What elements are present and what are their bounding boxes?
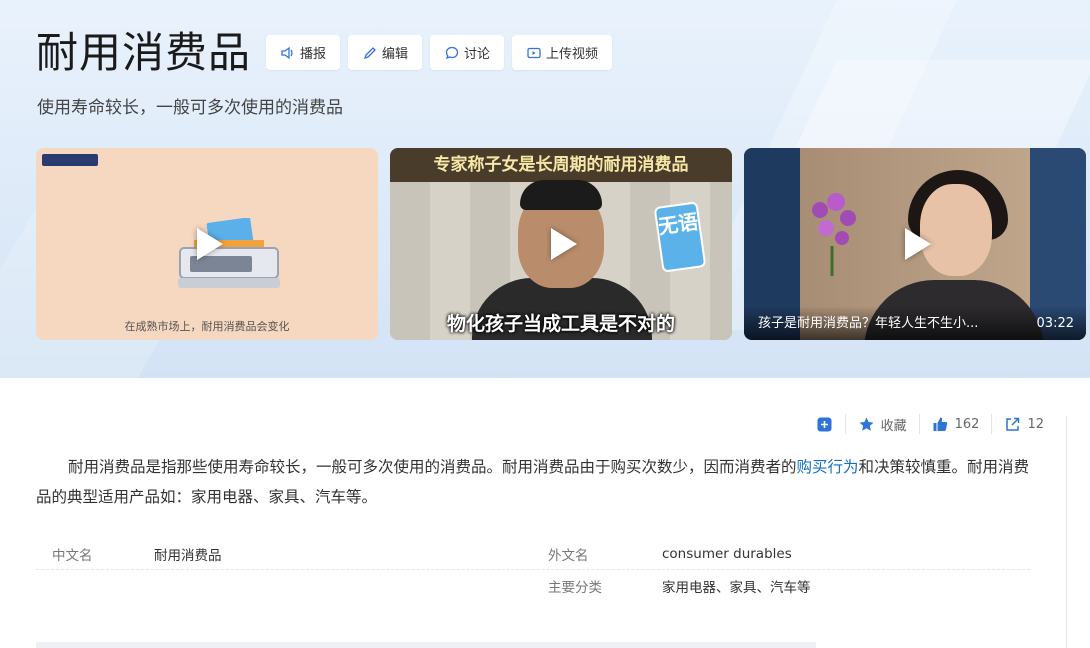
like-count: 162	[954, 416, 980, 432]
summary-paragraph: 耐用消费品是指那些使用寿命较长，一般可多次使用的消费品。耐用消费品由于购买次数少…	[36, 452, 1036, 512]
channel-logo	[42, 154, 98, 166]
video-caption: 孩子是耐用消费品？年轻人生不生小...	[758, 316, 979, 331]
chinese-name-label: 中文名	[52, 547, 93, 564]
upload-video-button[interactable]: 上传视频	[512, 35, 613, 70]
category-label: 主要分类	[548, 580, 602, 596]
orchid-illustration	[812, 193, 856, 276]
hero-banner: 耐用消费品 播报 编辑 讨论 上传视频 使用寿命较长，一般可多次使用的消费品 在…	[0, 0, 1090, 378]
video-top-caption: 专家称子女是长周期的耐用消费品	[390, 148, 732, 182]
section-divider	[36, 642, 816, 648]
share-button[interactable]: 12	[991, 414, 1056, 434]
video-caption: 在成熟市场上，耐用消费品会变化	[124, 320, 290, 333]
info-row: 主要分类 家用电器、家具、汽车等	[36, 570, 1030, 602]
star-icon	[859, 417, 874, 431]
pencil-icon	[363, 46, 376, 59]
play-icon[interactable]	[551, 228, 577, 260]
video-card[interactable]: 在成熟市场上，耐用消费品会变化	[36, 148, 378, 340]
play-icon[interactable]	[197, 228, 223, 260]
basic-info-table: 中文名 耐用消费品 外文名 consumer durables 主要分类 家用电…	[36, 538, 1030, 602]
video-duration: 03:22	[1036, 316, 1074, 331]
stats-bar: 收藏 162 12	[804, 414, 1056, 434]
reaction-badge: 无语	[653, 201, 707, 273]
add-square-icon	[817, 417, 832, 431]
upload-video-label: 上传视频	[546, 47, 599, 62]
person-hair	[520, 180, 602, 210]
like-button[interactable]: 162	[918, 414, 992, 434]
share-count: 12	[1027, 416, 1044, 432]
broadcast-button[interactable]: 播报	[266, 35, 341, 70]
page-subtitle: 使用寿命较长，一般可多次使用的消费品	[37, 98, 343, 118]
foreign-name-label: 外文名	[548, 547, 589, 564]
video-icon	[527, 47, 541, 58]
edit-button[interactable]: 编辑	[348, 35, 423, 70]
chinese-name-value: 耐用消费品	[154, 547, 222, 564]
printer-illustration	[178, 218, 280, 288]
edit-label: 编辑	[382, 47, 409, 62]
video-card[interactable]: 孩子是耐用消费品？年轻人生不生小... 03:22	[744, 148, 1086, 340]
video-caption: 物化孩子当成工具是不对的	[446, 313, 675, 335]
page-title: 耐用消费品	[36, 28, 252, 77]
side-panel	[1066, 416, 1090, 648]
video-card[interactable]: 专家称子女是长周期的耐用消费品 无语 物化孩子当成工具是不对的	[390, 148, 732, 340]
video-list: 在成熟市场上，耐用消费品会变化 专家称子女是长周期的耐用消费品 无语 物化孩子当…	[36, 148, 1086, 340]
category-value: 家用电器、家具、汽车等	[662, 580, 811, 596]
purchase-behavior-link[interactable]: 购买行为	[797, 458, 859, 476]
foreign-name-value: consumer durables	[662, 545, 792, 562]
favorite-label: 收藏	[880, 418, 907, 434]
chat-icon	[445, 46, 459, 59]
discuss-button[interactable]: 讨论	[430, 35, 505, 70]
play-icon[interactable]	[905, 228, 931, 260]
action-bar: 播报 编辑 讨论 上传视频	[266, 35, 613, 70]
thumbs-up-icon	[933, 417, 947, 431]
add-button[interactable]	[804, 414, 845, 434]
share-icon	[1006, 417, 1020, 431]
discuss-label: 讨论	[464, 47, 491, 62]
summary-text: 耐用消费品是指那些使用寿命较长，一般可多次使用的消费品。耐用消费品由于购买次数少…	[68, 458, 797, 476]
info-row: 中文名 耐用消费品 外文名 consumer durables	[36, 538, 1030, 570]
broadcast-label: 播报	[300, 47, 327, 62]
speaker-icon	[281, 46, 293, 59]
favorite-button[interactable]: 收藏	[844, 414, 919, 434]
